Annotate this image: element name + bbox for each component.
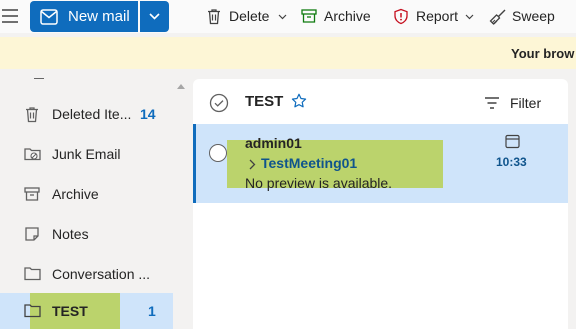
chevron-down-icon <box>278 14 287 20</box>
archive-label: Archive <box>324 8 371 24</box>
chevron-down-icon <box>149 13 160 20</box>
junk-folder-icon <box>24 146 42 162</box>
new-mail-button[interactable]: New mail <box>30 1 138 32</box>
hamburger-menu-icon[interactable] <box>0 6 22 26</box>
trash-icon <box>24 106 40 123</box>
folder-icon <box>24 266 41 281</box>
chevron-down-icon <box>465 14 474 20</box>
folder-icon <box>24 303 41 318</box>
archive-button[interactable]: Archive <box>301 0 373 33</box>
shield-alert-icon <box>393 8 409 25</box>
notification-banner: Your brow <box>0 37 576 69</box>
sweep-label: Sweep <box>512 8 555 24</box>
command-bar: New mail Delete Archive Report Sweep <box>0 0 576 33</box>
message-list: TEST Filter admin01 TestMeeting01 No pre… <box>193 79 568 329</box>
broom-icon <box>489 8 507 26</box>
favorite-star-icon[interactable] <box>291 93 307 109</box>
folder-label: TEST <box>52 303 88 319</box>
message-subject-text: TestMeeting01 <box>261 155 358 171</box>
new-mail-dropdown-button[interactable] <box>140 1 169 32</box>
report-label: Report <box>416 8 459 24</box>
folder-item-archive[interactable]: Archive <box>0 176 173 212</box>
calendar-icon <box>505 134 520 149</box>
filter-label: Filter <box>510 95 542 111</box>
folder-label: Notes <box>52 226 89 242</box>
folder-item-junk-email[interactable]: Junk Email <box>0 136 173 172</box>
unread-count: 14 <box>140 106 156 122</box>
scroll-up-arrow-icon[interactable] <box>177 84 185 89</box>
trash-icon <box>206 8 222 25</box>
folder-item-test[interactable]: TEST 1 <box>0 293 173 329</box>
folder-item-notes[interactable]: Notes <box>0 216 173 252</box>
message-select-checkbox[interactable] <box>209 144 227 162</box>
folder-partial-icon <box>34 72 44 79</box>
delete-button[interactable]: Delete <box>206 0 288 33</box>
unread-count: 1 <box>148 303 156 319</box>
compose-icon <box>40 9 58 25</box>
delete-label: Delete <box>229 8 270 24</box>
folder-item-deleted-items[interactable]: Deleted Ite... 14 <box>0 96 173 132</box>
folder-label: Deleted Ite... <box>52 106 132 122</box>
message-time: 10:33 <box>496 155 527 169</box>
archive-icon <box>301 8 317 24</box>
folder-title: TEST <box>245 93 284 110</box>
message-sender: admin01 <box>245 135 302 151</box>
folder-item-conversation-history[interactable]: Conversation ... <box>0 256 173 292</box>
selection-accent-bar <box>193 124 196 203</box>
filter-icon <box>484 96 500 110</box>
folder-label: Conversation ... <box>52 266 151 282</box>
report-button[interactable]: Report <box>393 0 475 33</box>
folder-label: Archive <box>52 186 99 202</box>
new-mail-label: New mail <box>68 8 130 25</box>
message-list-header: TEST Filter <box>193 79 568 124</box>
notes-icon <box>24 226 40 242</box>
chevron-right-icon[interactable] <box>249 159 256 170</box>
message-preview: No preview is available. <box>245 175 393 191</box>
message-row[interactable]: admin01 TestMeeting01 No preview is avai… <box>193 124 568 203</box>
archive-icon <box>24 186 40 202</box>
banner-text: Your brow <box>511 46 575 61</box>
sweep-button[interactable]: Sweep <box>489 0 559 33</box>
folder-label: Junk Email <box>52 146 121 162</box>
select-all-check-icon[interactable] <box>209 93 229 113</box>
